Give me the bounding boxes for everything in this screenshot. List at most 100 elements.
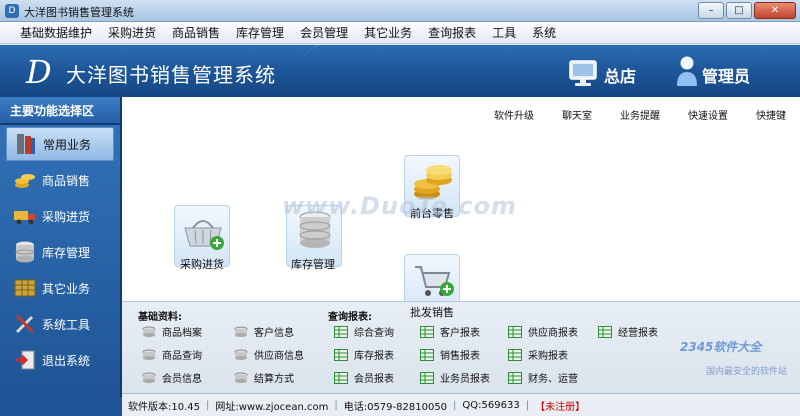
sidebar-item-common[interactable]: 常用业务: [6, 127, 114, 161]
status-qq: QQ:569633: [462, 399, 520, 411]
exit-icon: [12, 347, 38, 373]
quicklink-shortcuts[interactable]: 快捷键: [756, 107, 786, 122]
table-icon: [420, 325, 434, 338]
minimize-button[interactable]: –: [698, 2, 724, 19]
sidebar-item-label: 商品销售: [42, 173, 91, 188]
watermark: www.DuoTe.com: [282, 192, 517, 220]
link-member-report[interactable]: 会员报表: [334, 370, 394, 385]
sidebar-item-tools[interactable]: 系统工具: [6, 307, 114, 341]
database-icon: [234, 372, 248, 383]
status-registration: 【未注册】: [535, 401, 586, 413]
table-icon: [334, 371, 348, 384]
link-finance-operations[interactable]: 财务、运营: [508, 370, 578, 385]
main-workspace: 软件升级 聊天室 业务提醒 快速设置 快捷键 前台零售 采购进货 库存管理 ww…: [122, 97, 800, 316]
database-icon: [142, 372, 156, 383]
window-title: 大洋图书销售管理系统: [24, 6, 134, 19]
window-controls: – □ ✕: [698, 2, 796, 19]
table-icon: [598, 325, 612, 338]
link-business-report[interactable]: 经营报表: [598, 324, 658, 339]
menu-purchase[interactable]: 采购进货: [100, 22, 164, 43]
menu-system[interactable]: 系统: [524, 22, 564, 43]
books-icon: [13, 131, 39, 157]
link-supplier-report[interactable]: 供应商报表: [508, 324, 578, 339]
quicklink-settings[interactable]: 快速设置: [688, 107, 728, 122]
status-bar: 软件版本:10.45 | 网址:www.zjocean.com | 电话:057…: [122, 393, 800, 416]
status-website: 网址:www.zjocean.com: [215, 401, 329, 413]
link-salesperson-report[interactable]: 业务员报表: [420, 370, 490, 385]
menu-tools[interactable]: 工具: [484, 22, 524, 43]
link-customer-info[interactable]: 客户信息: [234, 324, 294, 339]
link-general-query[interactable]: 综合查询: [334, 324, 394, 339]
quicklink-chatroom[interactable]: 聊天室: [562, 107, 592, 122]
sidebar-item-label: 退出系统: [42, 353, 91, 368]
sidebar-item-other[interactable]: 其它业务: [6, 271, 114, 305]
header-banner: D 大洋图书销售管理系统 总店 管理员: [0, 45, 800, 97]
quicklink-upgrade[interactable]: 软件升级: [494, 107, 534, 122]
truck-icon: [12, 203, 38, 229]
database-icon: [142, 326, 156, 337]
title-bar: D 大洋图书销售管理系统 – □ ✕: [0, 0, 800, 22]
database-icon: [234, 349, 248, 360]
menu-bar: 基础数据维护 采购进货 商品销售 库存管理 会员管理 其它业务 查询报表 工具 …: [0, 22, 800, 44]
link-product-query[interactable]: 商品查询: [142, 347, 202, 362]
close-button[interactable]: ✕: [754, 2, 796, 19]
table-icon: [334, 325, 348, 338]
sidebar-item-label: 系统工具: [42, 317, 91, 332]
link-product-file[interactable]: 商品档案: [142, 324, 202, 339]
table-icon: [420, 371, 434, 384]
wholesale-label: 批发销售: [410, 306, 454, 319]
sidebar-item-label: 采购进货: [42, 209, 91, 224]
table-icon: [508, 348, 522, 361]
store-name: 总店: [604, 67, 637, 86]
link-inventory-report[interactable]: 库存报表: [334, 347, 394, 362]
quicklink-reminder[interactable]: 业务提醒: [620, 107, 660, 122]
link-member-info[interactable]: 会员信息: [142, 370, 202, 385]
coins-icon: [12, 167, 38, 193]
logo: D: [26, 53, 52, 91]
table-icon: [334, 348, 348, 361]
status-separator: |: [334, 399, 338, 411]
link-sales-report[interactable]: 销售报表: [420, 347, 480, 362]
sidebar-footer: [0, 397, 122, 416]
corner-site-watermark: 国内最安全的软件站: [706, 367, 788, 377]
sidebar-item-sales[interactable]: 商品销售: [6, 163, 114, 197]
menu-other[interactable]: 其它业务: [356, 22, 420, 43]
link-purchase-report[interactable]: 采购报表: [508, 347, 568, 362]
user-icon: [676, 55, 698, 90]
database-icon: [142, 349, 156, 360]
sidebar-item-inventory[interactable]: 库存管理: [6, 235, 114, 269]
table-icon: [420, 348, 434, 361]
menu-basic-data[interactable]: 基础数据维护: [12, 22, 100, 43]
sidebar-item-exit[interactable]: 退出系统: [6, 343, 114, 377]
sidebar: 主要功能选择区 常用业务 商品销售 采购进货 库存管理 其它业务 系统工具 退出…: [0, 97, 122, 397]
status-version: 软件版本:10.45: [128, 401, 200, 413]
reports-title: 查询报表:: [328, 312, 372, 323]
sidebar-item-purchase[interactable]: 采购进货: [6, 199, 114, 233]
menu-sales[interactable]: 商品销售: [164, 22, 228, 43]
purchase-label: 采购进货: [180, 258, 224, 271]
cart-icon: [415, 266, 454, 296]
database-icon: [234, 326, 248, 337]
status-separator: |: [525, 399, 530, 411]
menu-members[interactable]: 会员管理: [292, 22, 356, 43]
link-settlement-method[interactable]: 结算方式: [234, 370, 294, 385]
link-supplier-info[interactable]: 供应商信息: [234, 347, 304, 362]
inventory-label: 库存管理: [291, 258, 335, 271]
sidebar-header: 主要功能选择区: [0, 97, 120, 125]
corner-brand-watermark: 2345软件大全: [680, 340, 762, 354]
menu-reports[interactable]: 查询报表: [420, 22, 484, 43]
sidebar-item-label: 常用业务: [43, 137, 92, 152]
app-name: 大洋图书销售管理系统: [66, 63, 276, 87]
monitor-icon: [568, 59, 598, 90]
basket-icon: [184, 220, 224, 250]
table-icon: [508, 371, 522, 384]
maximize-button[interactable]: □: [726, 2, 752, 19]
basic-data-title: 基础资料:: [138, 312, 182, 323]
user-name: 管理员: [702, 67, 751, 86]
link-customer-report[interactable]: 客户报表: [420, 324, 480, 339]
status-separator: |: [453, 399, 457, 411]
status-phone: 电话:0579-82810050: [343, 401, 448, 413]
sidebar-item-label: 其它业务: [42, 281, 91, 296]
table-icon: [508, 325, 522, 338]
menu-inventory[interactable]: 库存管理: [228, 22, 292, 43]
